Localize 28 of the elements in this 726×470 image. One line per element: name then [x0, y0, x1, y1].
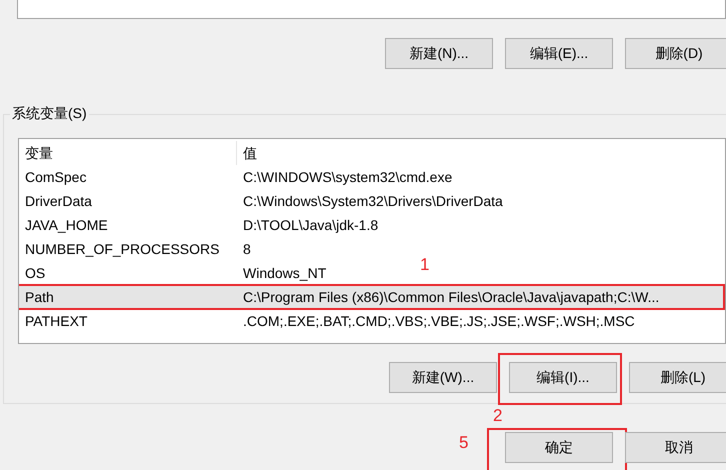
column-header[interactable]: 值 — [237, 141, 257, 165]
annotation-number: 1 — [420, 256, 430, 274]
table-cell[interactable]: C:\Program Files (x86)\Common Files\Oracle\Java\javapath;C:\W... — [237, 285, 725, 309]
table-cell[interactable]: ComSpec — [19, 165, 237, 189]
table-cell[interactable]: .COM;.EXE;.BAT;.CMD;.VBS;.VBE;.JS;.JSE;.WSF;.WSH;.MSC — [237, 309, 635, 333]
button[interactable]: 编辑(I)... — [509, 362, 617, 393]
group-label: 系统变量(S) — [10, 105, 89, 123]
button[interactable]: 删除(L) — [629, 362, 726, 393]
button[interactable]: 编辑(E)... — [505, 38, 613, 69]
table-cell[interactable]: C:\Windows\System32\Drivers\DriverData — [237, 189, 503, 213]
table-cell[interactable]: PATHEXT — [19, 309, 237, 333]
annotation-number: 5 — [459, 434, 468, 452]
button[interactable]: 新建(W)... — [389, 362, 497, 393]
table-cell[interactable]: C:\WINDOWS\system32\cmd.exe — [237, 165, 452, 189]
button[interactable]: 确定 — [505, 432, 613, 463]
table-cell[interactable]: DriverData — [19, 189, 237, 213]
table-cell[interactable]: Windows_NT — [237, 261, 326, 285]
table-cell[interactable]: D:\TOOL\Java\jdk-1.8 — [237, 213, 378, 237]
button[interactable]: 删除(D) — [625, 38, 726, 69]
annotation-number: 2 — [493, 407, 502, 425]
column-header[interactable]: 变量 — [19, 141, 237, 165]
table-cell[interactable]: JAVA_HOME — [19, 213, 237, 237]
button[interactable]: 取消 — [625, 432, 726, 463]
table-cell[interactable]: Path — [19, 285, 237, 309]
table-cell[interactable]: NUMBER_OF_PROCESSORS — [19, 237, 237, 261]
table-cell[interactable]: OS — [19, 261, 237, 285]
table-cell[interactable]: 8 — [237, 237, 251, 261]
button[interactable]: 新建(N)... — [385, 38, 493, 69]
